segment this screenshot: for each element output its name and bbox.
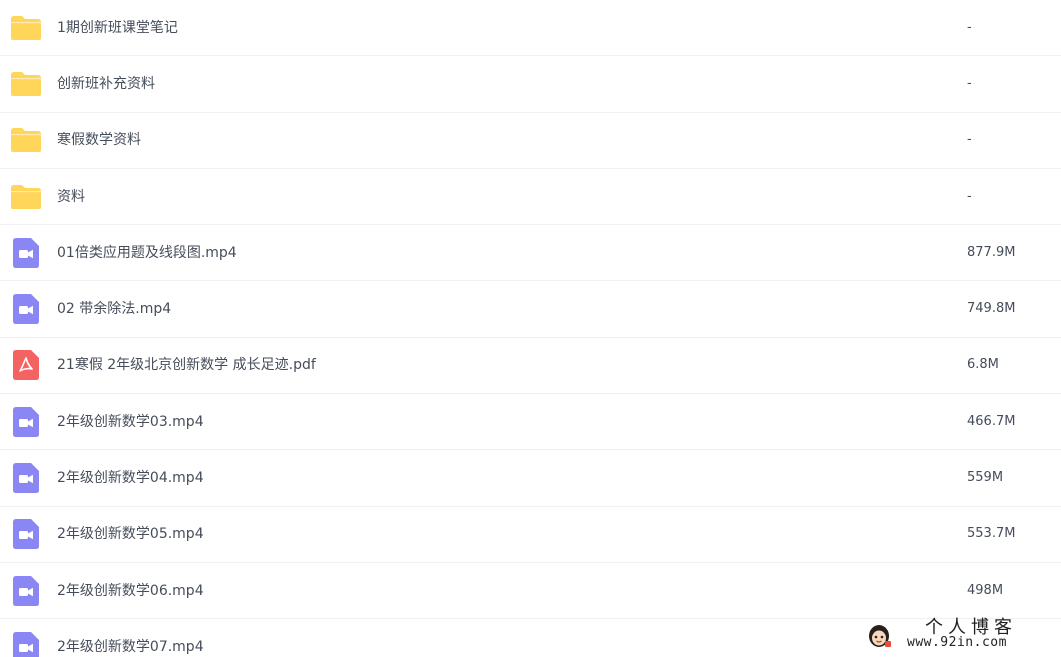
file-name[interactable]: 2年级创新数学03.mp4 [57,413,204,431]
cartoon-avatar-icon [865,621,893,649]
file-size: - [967,19,972,35]
watermark: 个人博客 www.92in.com [865,613,1047,655]
file-size: - [967,132,972,148]
file-row[interactable]: 1期创新班课堂笔记 - [0,0,1061,57]
file-size: 466.7M [967,413,1016,429]
video-file-icon [9,574,43,608]
file-size: 553.7M [967,526,1016,542]
folder-icon [9,180,43,214]
folder-icon [9,67,43,101]
file-name[interactable]: 创新班补充资料 [57,75,155,93]
folder-icon [9,123,43,157]
file-size: 6.8M [967,357,999,373]
file-name[interactable]: 2年级创新数学05.mp4 [57,525,204,543]
video-file-icon [9,405,43,439]
file-row[interactable]: 2年级创新数学04.mp4 559M [0,450,1061,507]
file-row[interactable]: 寒假数学资料 - [0,113,1061,169]
file-size: 877.9M [967,244,1016,260]
file-size: 559M [967,470,1004,486]
file-size: 749.8M [967,301,1016,317]
video-file-icon [9,292,43,326]
file-name[interactable]: 2年级创新数学07.mp4 [57,638,204,656]
folder-icon [9,11,43,45]
file-name[interactable]: 01倍类应用题及线段图.mp4 [57,244,237,262]
file-name[interactable]: 2年级创新数学06.mp4 [57,582,204,600]
file-row[interactable]: 2年级创新数学03.mp4 466.7M [0,394,1061,451]
file-name[interactable]: 寒假数学资料 [57,131,141,149]
pdf-file-icon [9,348,43,382]
file-name[interactable]: 资料 [57,188,85,206]
file-size: 498M [967,582,1004,598]
file-row[interactable]: 2年级创新数学06.mp4 498M [0,563,1061,620]
file-row[interactable]: 资料 - [0,169,1061,226]
file-row[interactable]: 21寒假 2年级北京创新数学 成长足迹.pdf 6.8M [0,338,1061,395]
file-row[interactable]: 01倍类应用题及线段图.mp4 877.9M [0,225,1061,282]
file-name[interactable]: 1期创新班课堂笔记 [57,19,178,37]
video-file-icon [9,236,43,270]
video-file-icon [9,461,43,495]
file-name[interactable]: 02 带余除法.mp4 [57,300,171,318]
video-file-icon [9,517,43,551]
watermark-url: www.92in.com [907,635,1007,650]
video-file-icon [9,630,43,657]
file-row[interactable]: 02 带余除法.mp4 749.8M [0,281,1061,338]
file-row[interactable]: 创新班补充资料 - [0,56,1061,113]
file-name[interactable]: 2年级创新数学04.mp4 [57,469,204,487]
file-list: 1期创新班课堂笔记 - 创新班补充资料 - 寒假数学资料 - 资料 - 01倍类应用题及… [0,0,1061,657]
file-row[interactable]: 2年级创新数学05.mp4 553.7M [0,507,1061,563]
file-size: - [967,188,972,204]
file-size: - [967,75,972,91]
file-name[interactable]: 21寒假 2年级北京创新数学 成长足迹.pdf [57,356,316,374]
